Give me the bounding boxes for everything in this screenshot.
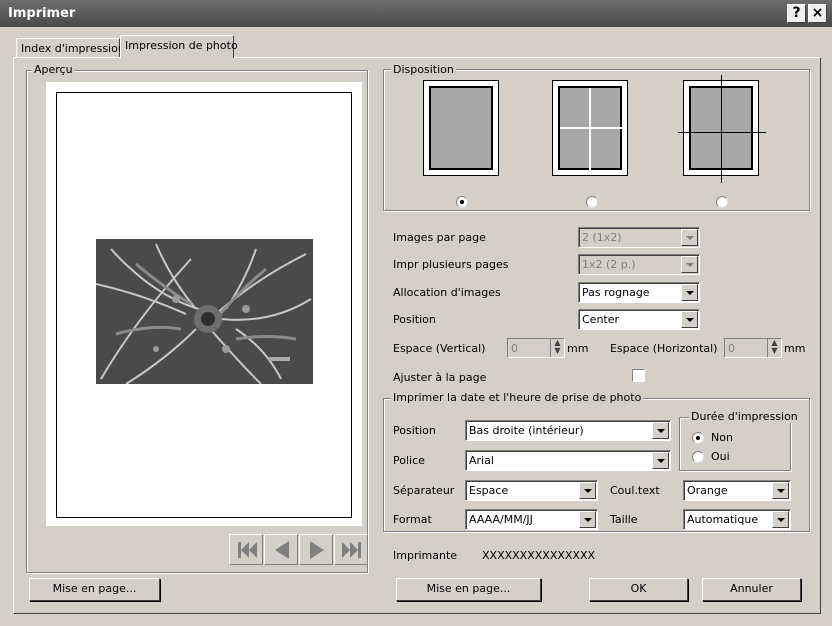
preview-label: Aperçu [32, 63, 75, 76]
font-select[interactable]: Arial [465, 450, 671, 471]
photo-preview [95, 239, 313, 385]
ok-button[interactable]: OK [589, 578, 688, 601]
position-select[interactable]: Center [578, 309, 700, 330]
prev-page-button[interactable] [264, 534, 298, 565]
multi-pages-select[interactable]: 1x2 (2 p.) [578, 254, 700, 275]
cancel-button[interactable]: Annuler [702, 578, 801, 601]
space-vertical-label: Espace (Vertical) [393, 342, 486, 355]
size-label: Taille [610, 513, 638, 526]
layout-single[interactable] [423, 80, 499, 176]
preview-page-setup-button[interactable]: Mise en page... [29, 578, 160, 601]
multi-pages-label: Impr plusieurs pages [393, 258, 509, 271]
prev-page-icon [275, 541, 289, 559]
images-per-page-label: Images par page [393, 231, 486, 244]
chevron-down-icon [772, 511, 789, 528]
chevron-down-icon [652, 452, 669, 469]
layout-radio-single[interactable] [456, 196, 468, 208]
printer-label: Imprimante [393, 549, 458, 562]
duration-group [679, 417, 791, 471]
layout-radio-crosshair[interactable] [716, 196, 728, 208]
date-print-label: Imprimer la date et l'heure de prise de … [391, 391, 644, 404]
chevron-down-icon [772, 482, 789, 499]
spinner-arrows-icon: ▲ ▼ [550, 339, 564, 357]
chevron-down-icon [681, 229, 698, 246]
page-setup-button[interactable]: Mise en page... [396, 578, 541, 601]
preview-canvas [46, 82, 362, 526]
first-page-icon [238, 542, 257, 558]
space-horizontal-spinner[interactable]: 0 ▲ ▼ [724, 338, 782, 358]
last-page-icon [342, 542, 361, 558]
duration-yes-radio[interactable] [692, 451, 704, 463]
next-page-button[interactable] [299, 534, 333, 565]
fit-page-checkbox[interactable] [632, 369, 645, 382]
spinner-arrows-icon: ▲ ▼ [767, 339, 781, 357]
position-label: Position [393, 313, 436, 326]
allocation-label: Allocation d'images [393, 286, 501, 299]
fit-page-label: Ajuster à la page [393, 371, 487, 384]
duration-no-radio[interactable] [692, 432, 704, 444]
space-horizontal-label: Espace (Horizontal) [610, 342, 718, 355]
chevron-down-icon [579, 511, 596, 528]
duration-no-label: Non [711, 431, 733, 444]
text-color-select[interactable]: Orange [683, 480, 791, 501]
close-button[interactable]: × [808, 4, 827, 23]
font-label: Police [393, 454, 425, 467]
first-page-button[interactable] [229, 534, 263, 565]
disposition-label: Disposition [391, 63, 456, 76]
tab-index-print[interactable]: Index d'impression [16, 38, 125, 58]
chevron-down-icon [652, 422, 669, 439]
separator-label: Séparateur [393, 484, 455, 497]
date-position-select[interactable]: Bas droite (intérieur) [465, 420, 671, 441]
title-bar: Imprimer ? × [0, 0, 832, 27]
space-vertical-unit: mm [567, 342, 589, 355]
tab-photo-print[interactable]: Impression de photo [120, 35, 238, 58]
window-title: Imprimer [8, 6, 76, 21]
layout-grid-2x2[interactable] [552, 80, 628, 176]
help-button[interactable]: ? [787, 4, 806, 23]
chevron-down-icon [681, 256, 698, 273]
printer-name: XXXXXXXXXXXXXXX [482, 549, 596, 562]
format-label: Format [393, 513, 432, 526]
text-color-label: Coul.text [610, 484, 660, 497]
space-vertical-spinner[interactable]: 0 ▲ ▼ [507, 338, 565, 358]
format-select[interactable]: AAAA/MM/JJ [465, 509, 598, 530]
date-position-label: Position [393, 424, 436, 437]
next-page-icon [310, 541, 324, 559]
chevron-down-icon [681, 284, 698, 301]
last-page-button[interactable] [334, 534, 368, 565]
chevron-down-icon [681, 311, 698, 328]
separator-select[interactable]: Espace [465, 480, 598, 501]
duration-yes-label: Oui [711, 450, 730, 463]
space-horizontal-unit: mm [784, 342, 806, 355]
size-select[interactable]: Automatique [683, 509, 791, 530]
layout-crosshair[interactable] [678, 75, 766, 183]
images-per-page-select[interactable]: 2 (1x2) [578, 227, 700, 248]
chevron-down-icon [579, 482, 596, 499]
allocation-select[interactable]: Pas rognage [578, 282, 700, 303]
print-dialog: Imprimer ? × Index d'impression Impressi… [0, 0, 832, 626]
layout-radio-grid[interactable] [586, 196, 598, 208]
duration-label: Durée d'impression [689, 410, 800, 423]
